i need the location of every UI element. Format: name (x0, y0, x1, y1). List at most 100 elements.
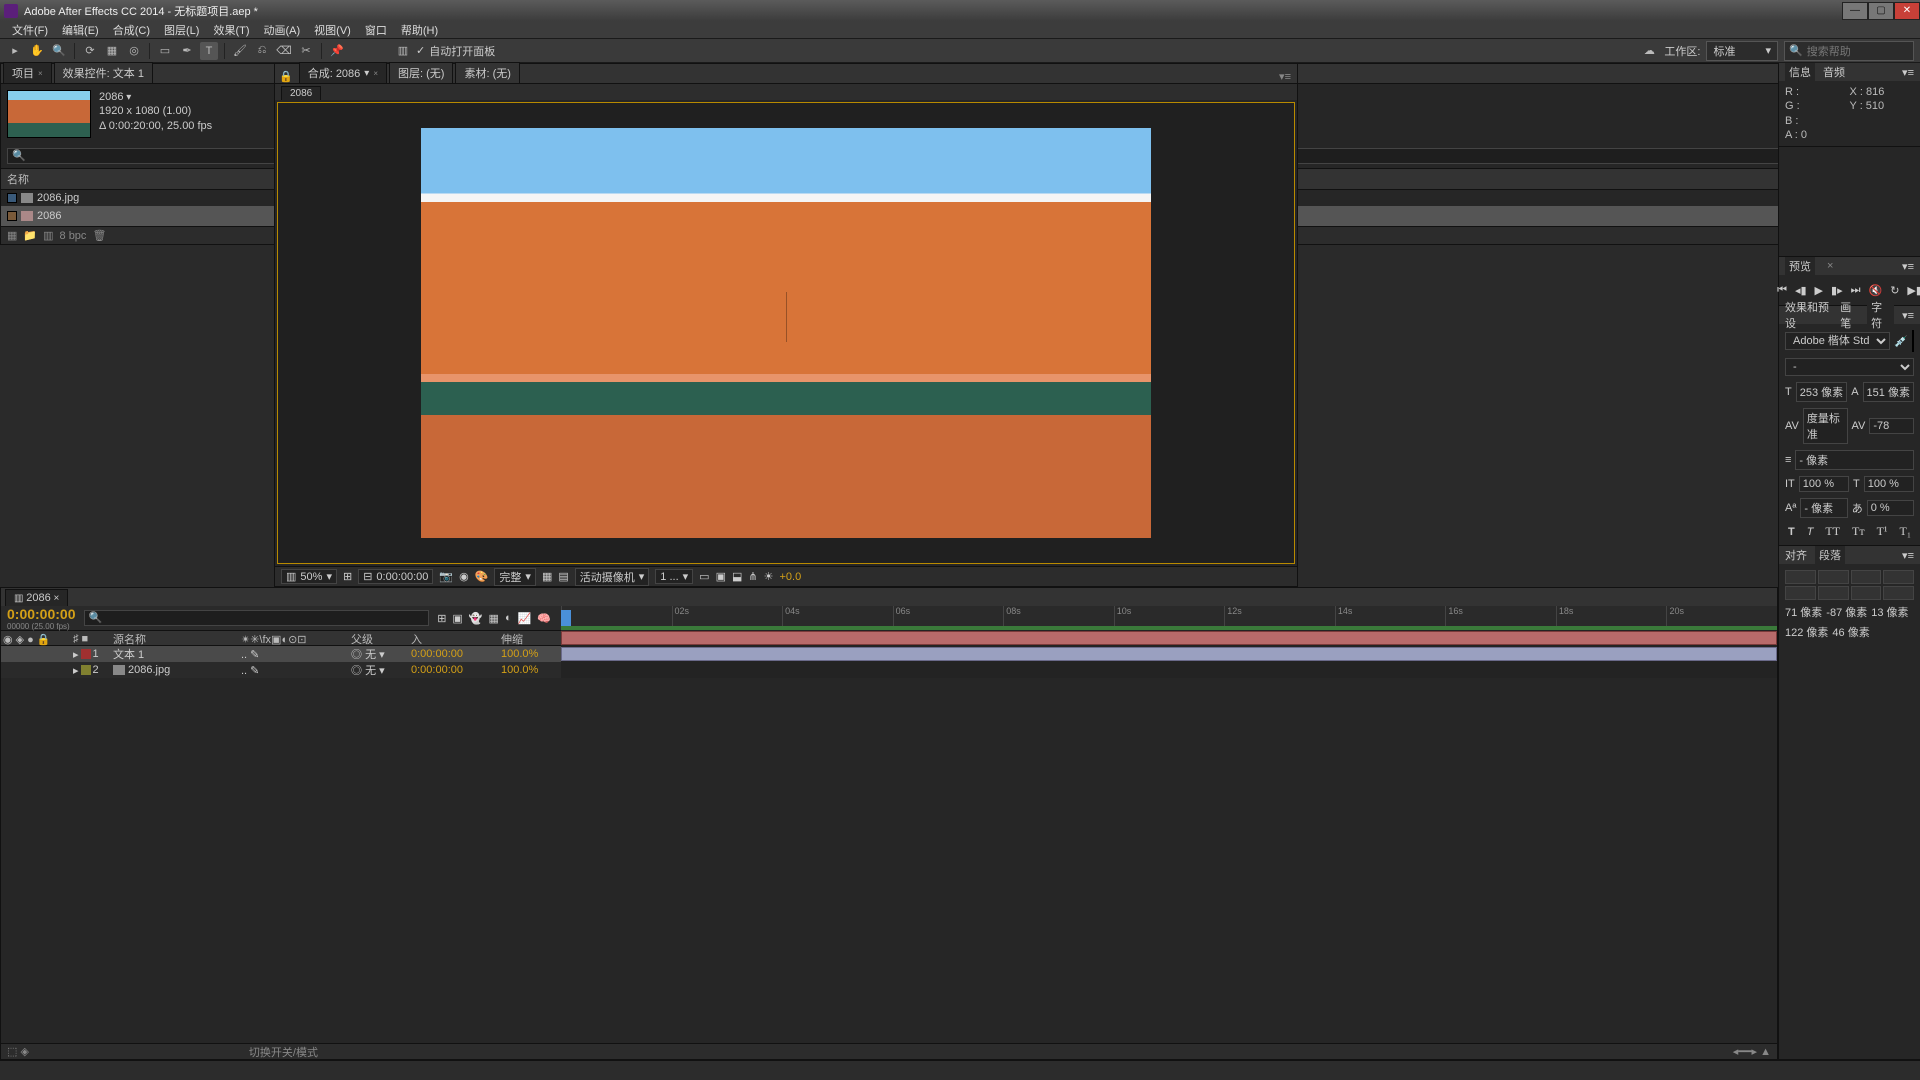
baseline-input[interactable]: - 像素 (1800, 498, 1847, 518)
quality-dropdown[interactable]: 完整 ▾ (494, 568, 536, 586)
col-parent[interactable]: 父级 (351, 631, 411, 647)
space-after-value[interactable]: 46 像素 (1832, 624, 1869, 640)
graph-editor-icon[interactable]: 📈 (518, 612, 532, 625)
tab-preview[interactable]: 预览 (1785, 257, 1815, 275)
menu-file[interactable]: 文件(F) (6, 21, 54, 39)
comp-subtab[interactable]: 2086 (281, 86, 321, 100)
space-before-value[interactable]: 122 像素 (1785, 624, 1828, 640)
comp-mini-flowchart-icon[interactable]: ⊞ (437, 612, 446, 625)
indent-first-value[interactable]: 13 像素 (1871, 604, 1908, 620)
comp-thumbnail[interactable] (7, 90, 91, 138)
zoom-slider[interactable]: ◂━━▸ ▲ (1733, 1045, 1771, 1058)
sync-icon[interactable]: ☁ (1640, 42, 1658, 60)
panel-menu-icon[interactable]: ▾≡ (1902, 66, 1914, 79)
subscript-button[interactable]: T₁ (1899, 524, 1911, 539)
tab-brush[interactable]: 画笔 (1840, 299, 1859, 331)
rotate-tool-icon[interactable]: ⟳ (81, 42, 99, 60)
eraser-tool-icon[interactable]: ⌫ (275, 42, 293, 60)
close-button[interactable]: ✕ (1894, 2, 1920, 20)
menu-layer[interactable]: 图层(L) (158, 21, 205, 39)
font-size-input[interactable]: 253 像素 (1796, 382, 1847, 402)
tab-audio[interactable]: 音频 (1823, 64, 1845, 80)
timeline-layer-row[interactable]: ▸1 文本 1 .. ✎ ◎ 无 ▾ 0:00:00:00 100.0% (1, 646, 561, 662)
indent-left-value[interactable]: 71 像素 (1785, 604, 1822, 620)
tab-info[interactable]: 信息 (1785, 63, 1815, 81)
timeline-layer-row[interactable]: ▸2 2086.jpg .. ✎ ◎ 无 ▾ 0:00:00:00 100.0% (1, 662, 561, 678)
hand-tool-icon[interactable]: ✋ (28, 42, 46, 60)
timeline-search-input[interactable] (84, 610, 430, 626)
faux-bold-button[interactable]: T (1788, 524, 1795, 539)
flowchart-icon[interactable]: ⋔ (748, 570, 757, 583)
panel-menu-icon[interactable]: ▾≡ (1902, 549, 1914, 562)
composition-viewport[interactable] (277, 102, 1295, 564)
menu-composition[interactable]: 合成(C) (107, 21, 156, 39)
draft3d-icon[interactable]: ▣ (452, 612, 462, 625)
rect-tool-icon[interactable]: ▭ (156, 42, 174, 60)
col-source-name[interactable]: 源名称 (113, 631, 241, 647)
prev-frame-icon[interactable]: ◂▮ (1795, 284, 1807, 297)
frame-blend-icon[interactable]: ▦ (489, 612, 499, 625)
brainstorm-icon[interactable]: 🧠 (537, 612, 551, 625)
align-right-icon[interactable] (1851, 570, 1882, 584)
tab-character[interactable]: 字符 (1867, 298, 1894, 332)
resolution-icon[interactable]: ⊞ (343, 570, 352, 583)
label-color[interactable] (81, 665, 91, 675)
col-stretch[interactable]: 伸缩 (501, 631, 561, 647)
fill-color-swatch[interactable] (1912, 330, 1914, 352)
fast-preview-icon[interactable]: ▣ (716, 570, 726, 583)
tab-effect-controls[interactable]: 效果控件: 文本 1 (54, 62, 153, 83)
timeline-tab[interactable]: ▥ 2086 × (5, 589, 68, 606)
align-left-icon[interactable] (1785, 570, 1816, 584)
faux-italic-button[interactable]: T (1807, 524, 1814, 539)
zoom-dropdown[interactable]: ▥ 50% ▾ (281, 569, 337, 584)
indent-right-value[interactable]: -87 像素 (1826, 604, 1867, 620)
new-comp-icon[interactable]: ▥ (43, 229, 53, 242)
col-in[interactable]: 入 (411, 631, 501, 647)
workspace-dropdown[interactable]: 标准▾ (1706, 41, 1778, 61)
mute-icon[interactable]: 🔇 (1869, 284, 1883, 297)
selection-tool-icon[interactable]: ▸ (6, 42, 24, 60)
panel-icon[interactable]: ▥ (394, 42, 412, 60)
pen-tool-icon[interactable]: ✒ (178, 42, 196, 60)
toggle-switches-icon[interactable]: ⬚ ◈ (7, 1045, 29, 1058)
tsume-input[interactable]: 0 % (1867, 500, 1914, 516)
grid-icon[interactable]: ▦ (542, 570, 552, 583)
ram-preview-icon[interactable]: ▶▮ (1907, 284, 1920, 297)
camera-dropdown[interactable]: 活动摄像机 ▾ (575, 568, 650, 586)
play-icon[interactable]: ▶ (1815, 284, 1823, 297)
label-color[interactable] (81, 649, 91, 659)
clone-tool-icon[interactable]: ⎌ (253, 42, 271, 60)
shy-icon[interactable]: 👻 (469, 612, 483, 625)
roto-tool-icon[interactable]: ✂ (297, 42, 315, 60)
pixel-aspect-icon[interactable]: ▭ (699, 570, 709, 583)
tab-project[interactable]: 项目× (3, 62, 52, 83)
snapshot-icon[interactable]: 📷 (439, 570, 453, 583)
tab-align[interactable]: 对齐 (1785, 547, 1807, 563)
help-search[interactable]: 🔍 搜索帮助 (1784, 41, 1914, 61)
channel-icon[interactable]: ◉ (459, 570, 469, 583)
layer-duration-bar[interactable] (561, 646, 1777, 662)
panel-menu-icon[interactable]: ▾≡ (1273, 70, 1297, 83)
menu-effect[interactable]: 效果(T) (207, 21, 255, 39)
eyedropper-icon[interactable]: 💉 (1894, 335, 1908, 348)
panel-menu-icon[interactable]: ▾≡ (1902, 309, 1914, 322)
leading-input[interactable]: 151 像素 (1863, 382, 1914, 402)
justify-last-right-icon[interactable] (1818, 586, 1849, 600)
superscript-button[interactable]: T¹ (1877, 524, 1888, 539)
current-time[interactable]: 0:00:00:00 (7, 606, 76, 622)
motion-blur-icon[interactable]: ◐ (505, 612, 512, 625)
exposure-value[interactable]: +0.0 (779, 571, 801, 583)
timecode-display[interactable]: ⊟ 0:00:00:00 (358, 569, 433, 584)
layer-duration-bar[interactable] (561, 630, 1777, 646)
lock-icon[interactable]: 🔒 (275, 70, 297, 83)
auto-open-panel-checkbox[interactable]: ✓ 自动打开面板 (416, 43, 495, 59)
next-frame-icon[interactable]: ▮▸ (1831, 284, 1843, 297)
hscale-input[interactable]: 100 % (1864, 476, 1914, 492)
brush-tool-icon[interactable]: 🖌 (231, 42, 249, 60)
menu-view[interactable]: 视图(V) (308, 21, 357, 39)
tab-source[interactable]: 素材: (无) (455, 62, 519, 83)
tab-effects-presets[interactable]: 效果和预设 (1785, 299, 1832, 331)
time-ruler[interactable]: 02s 04s 06s 08s 10s 12s 14s 16s 18s 20s (561, 606, 1777, 630)
type-tool-icon[interactable]: T (200, 42, 218, 60)
last-frame-icon[interactable]: ⏭ (1851, 284, 1861, 297)
